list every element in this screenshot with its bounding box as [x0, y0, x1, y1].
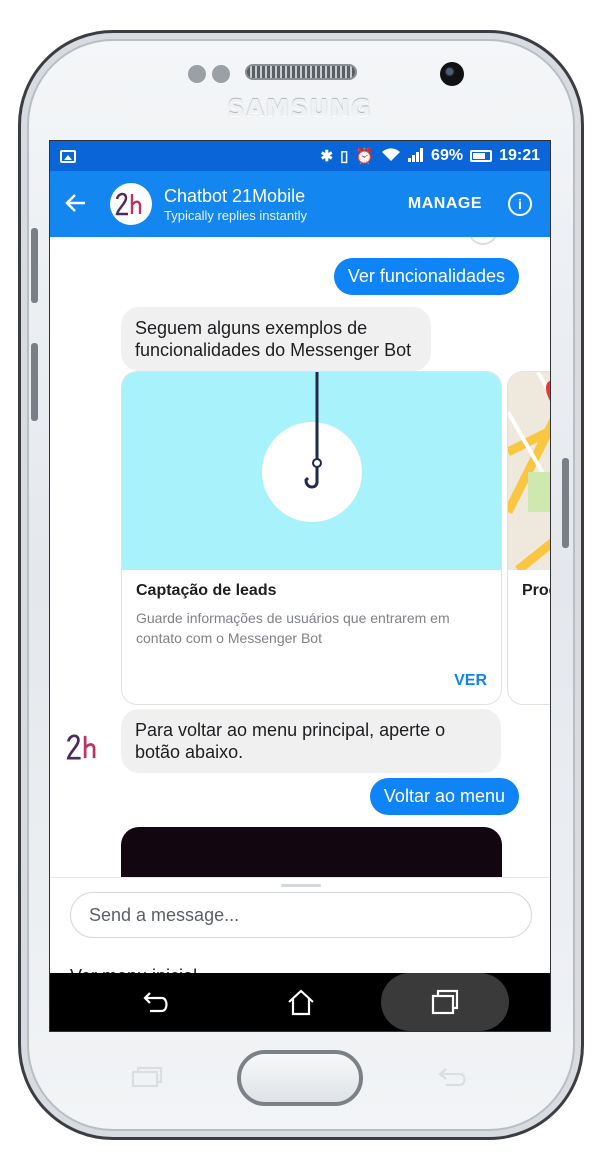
status-icons: ✱ ▯ ⏰ 69% 19:21	[321, 147, 540, 165]
card-title: Captação de leads	[136, 582, 277, 599]
bot-avatar[interactable]	[64, 727, 104, 767]
nav-bar	[50, 973, 550, 1031]
hardware-back-icon[interactable]	[436, 1066, 470, 1088]
brand-logo: SAMSUNG	[227, 96, 373, 122]
previous-message-fragment	[468, 237, 498, 245]
drag-handle[interactable]	[281, 884, 321, 887]
recents-icon[interactable]	[428, 985, 462, 1019]
composer: Ver menu inicial	[50, 877, 550, 987]
chat-title: Chatbot 21Mobile	[164, 186, 306, 206]
hardware-home-button[interactable]	[237, 1050, 363, 1106]
chat-area[interactable]: Ver funcionalidades Seguem alguns exempl…	[50, 237, 550, 877]
sensor-dot	[188, 65, 206, 83]
outgoing-message[interactable]: Voltar ao menu	[369, 778, 519, 815]
carousel-card[interactable]: Captação de leads Guarde informações de …	[121, 371, 502, 705]
incoming-message: Para voltar ao menu principal, aperte o …	[121, 709, 501, 773]
clock: 19:21	[499, 147, 540, 164]
arrow-left-icon[interactable]	[50, 189, 102, 220]
message-input[interactable]	[70, 892, 532, 938]
wifi-icon	[381, 147, 401, 165]
info-circle-icon[interactable]: i	[508, 192, 532, 216]
carousel-card-next[interactable]: Prod	[507, 371, 550, 705]
chat-subtitle: Typically replies instantly	[164, 208, 308, 223]
media-card[interactable]	[121, 827, 502, 877]
bluetooth-icon: ✱	[320, 147, 334, 165]
back-icon[interactable]	[140, 985, 174, 1019]
status-bar: ✱ ▯ ⏰ 69% 19:21	[50, 141, 550, 171]
outgoing-message[interactable]: Ver funcionalidades	[333, 258, 519, 295]
card-description: Guarde informações de usuários que entra…	[136, 610, 450, 646]
front-camera	[440, 62, 464, 86]
app-bar: Chatbot 21Mobile Typically replies insta…	[50, 171, 550, 237]
card-image	[122, 372, 501, 570]
battery-icon	[470, 150, 493, 162]
card-title: Prod	[522, 582, 550, 599]
bot-logo-icon	[66, 734, 96, 760]
map-image	[508, 372, 550, 570]
signal-icon	[408, 147, 424, 165]
volume-down-button[interactable]	[31, 343, 38, 421]
earpiece-speaker	[245, 64, 357, 80]
sensor-dot	[212, 65, 230, 83]
manage-button[interactable]: MANAGE	[408, 195, 482, 213]
vibrate-icon: ▯	[340, 147, 349, 165]
ver-button[interactable]: VER	[454, 672, 487, 690]
home-icon[interactable]	[284, 985, 318, 1019]
battery-percent: 69%	[431, 147, 464, 164]
image-notification-icon	[60, 149, 76, 163]
screen: ✱ ▯ ⏰ 69% 19:21 Chatbot 21Mobile Typical…	[49, 140, 551, 1032]
bot-logo-icon	[115, 192, 142, 216]
incoming-message: Seguem alguns exemplos de funcionalidade…	[121, 307, 431, 371]
hardware-recents-icon[interactable]	[130, 1066, 164, 1088]
power-button[interactable]	[562, 458, 569, 548]
bot-avatar[interactable]	[110, 183, 152, 225]
alarm-icon: ⏰	[355, 147, 375, 165]
volume-up-button[interactable]	[31, 228, 38, 303]
